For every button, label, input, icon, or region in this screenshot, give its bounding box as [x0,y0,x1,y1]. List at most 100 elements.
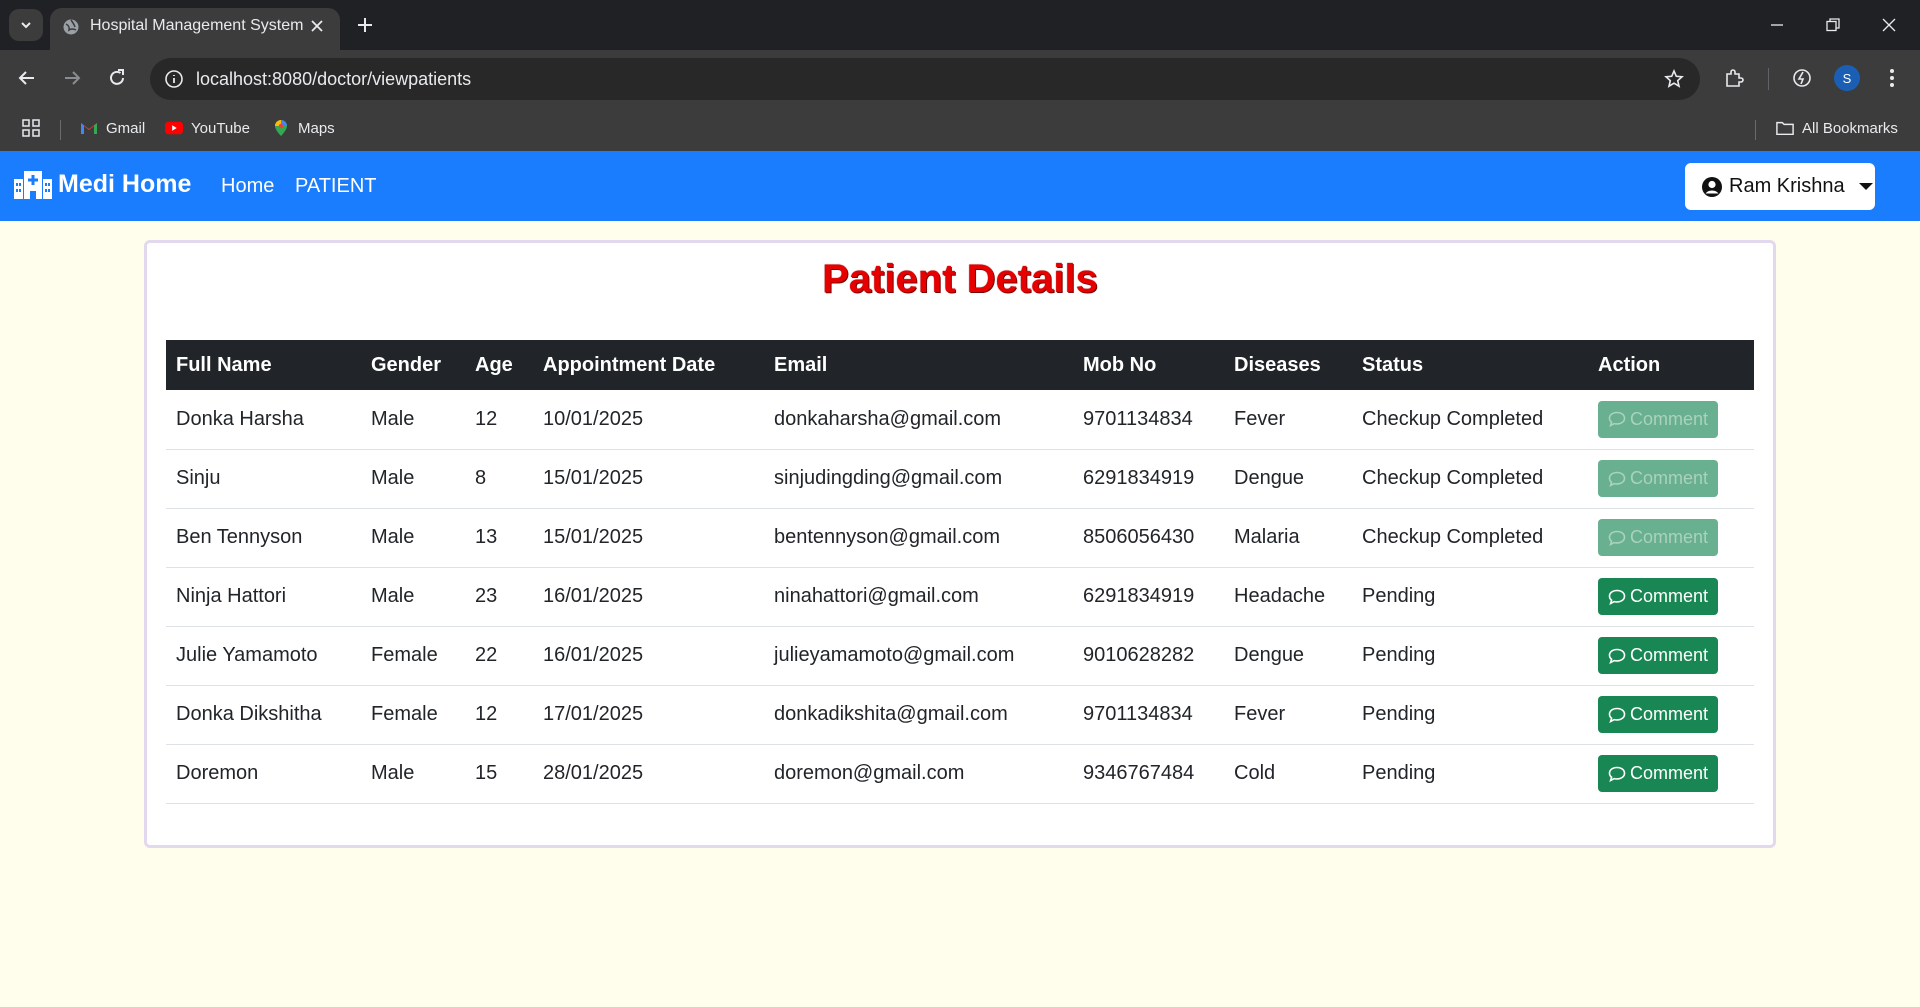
table-row: Doremon Male 15 28/01/2025 doremon@gmail.com… [166,744,1754,804]
cell-action: Comment [1588,744,1754,804]
comment-button-label: Comment [1629,586,1709,606]
cell-action: Comment [1588,567,1754,627]
browser-tab-active[interactable]: Hospital Management System [50,8,340,50]
more-vertical-icon [1890,69,1894,87]
toolbar-separator [1768,68,1769,90]
restore-icon [1826,18,1840,32]
reload-button[interactable] [99,60,135,96]
comment-button-label: Comment [1629,527,1709,547]
back-button[interactable] [9,60,45,96]
site-info-button[interactable] [160,65,188,93]
nav-patient-link[interactable]: PATIENT [295,175,376,198]
arrow-right-icon [65,71,81,85]
bookmark-label: YouTube [191,119,250,137]
cell-action: Comment [1588,685,1754,745]
cell-disease: Cold [1224,744,1352,804]
nav-home-link[interactable]: Home [221,175,274,198]
new-tab-button[interactable] [352,12,378,38]
bookmark-star-button[interactable] [1660,65,1688,93]
cell-mobile: 8506056430 [1073,508,1224,568]
cell-appointment-date: 17/01/2025 [533,685,764,745]
table-row: Sinju Male 8 15/01/2025 sinjudingding@gmail.… [166,449,1754,509]
column-header: Action [1598,353,1661,376]
bookmark-maps[interactable]: Maps [272,116,335,140]
comment-button: Comment [1598,519,1718,556]
user-dropdown-button[interactable]: Ram Krishna [1685,163,1875,210]
comment-button-label: Comment [1629,468,1709,488]
cell-status: Checkup Completed [1352,449,1588,509]
cell-disease: Dengue [1224,449,1352,509]
cell-full-name: Ben Tennyson [166,508,361,568]
comment-icon [1608,411,1626,428]
cell-gender: Male [361,390,465,450]
minimize-button[interactable] [1760,8,1794,42]
tab-close-button[interactable] [306,15,328,37]
cell-appointment-date: 15/01/2025 [533,508,764,568]
cell-mobile: 9701134834 [1073,390,1224,450]
bookmark-youtube[interactable]: YouTube [165,116,250,140]
column-header: Mob No [1083,353,1157,376]
reload-icon [110,69,124,85]
comment-button-label: Comment [1629,645,1709,665]
cell-status: Pending [1352,744,1588,804]
cell-email: donkadikshita@gmail.com [764,685,1073,745]
maps-icon [272,119,290,137]
comment-button[interactable]: Comment [1598,696,1718,733]
cell-status: Checkup Completed [1352,508,1588,568]
puzzle-icon [1726,69,1744,87]
cell-mobile: 6291834919 [1073,567,1224,627]
table-header-row: Full Name Gender Age Appointment Date Email M… [166,340,1754,390]
cell-disease: Headache [1224,567,1352,627]
cell-gender: Male [361,449,465,509]
cell-status: Pending [1352,626,1588,686]
brand-link[interactable]: Medi Home [14,169,191,199]
column-header: Diseases [1234,353,1321,376]
cell-email: bentennyson@gmail.com [764,508,1073,568]
close-icon [1882,18,1896,32]
cell-email: sinjudingding@gmail.com [764,449,1073,509]
browser-toolbar: localhost:8080/doctor/viewpatients S [0,50,1920,106]
youtube-icon [165,119,183,137]
info-icon [165,70,183,88]
bookmarks-bar: Gmail YouTube Maps All Bookmarks [0,106,1920,151]
bookmarks-separator [1755,120,1756,140]
cell-appointment-date: 28/01/2025 [533,744,764,804]
cell-mobile: 6291834919 [1073,449,1224,509]
profile-avatar[interactable]: S [1834,65,1860,91]
browser-tabstrip: Hospital Management System [0,0,1920,50]
window-close-button[interactable] [1872,8,1906,42]
cell-full-name: Donka Harsha [166,390,361,450]
comment-button[interactable]: Comment [1598,637,1718,674]
minimize-icon [1771,24,1783,26]
bookmark-label: Gmail [106,119,146,137]
tab-search-button[interactable] [9,9,43,41]
cell-gender: Female [361,685,465,745]
comment-button: Comment [1598,460,1718,497]
performance-button[interactable] [1786,62,1818,94]
gmail-icon [80,119,98,137]
comment-button-label: Comment [1629,704,1709,724]
all-bookmarks-button[interactable]: All Bookmarks [1776,116,1898,140]
address-bar[interactable]: localhost:8080/doctor/viewpatients [150,58,1700,100]
bookmark-gmail[interactable]: Gmail [80,116,145,140]
table-body: Donka Harsha Male 12 10/01/2025 donkaharsha@… [166,390,1754,804]
comment-button-label: Comment [1629,763,1709,783]
cell-action: Comment [1588,390,1754,450]
restore-button[interactable] [1816,8,1850,42]
apps-button[interactable] [22,116,40,140]
cell-status: Checkup Completed [1352,390,1588,450]
page-title: Patient Details [822,257,1098,301]
patient-details-card: Patient Details Full Name Gender Age Appoin… [144,240,1776,848]
cell-full-name: Doremon [166,744,361,804]
comment-button[interactable]: Comment [1598,578,1718,615]
extensions-button[interactable] [1718,62,1750,94]
comment-button[interactable]: Comment [1598,755,1718,792]
browser-menu-button[interactable] [1876,62,1908,94]
cell-full-name: Donka Dikshitha [166,685,361,745]
forward-button[interactable] [54,60,90,96]
comment-icon [1608,589,1626,605]
comment-icon [1608,707,1626,723]
cell-gender: Male [361,744,465,804]
comment-icon [1608,766,1626,782]
table-row: Julie Yamamoto Female 22 16/01/2025 julieyam… [166,626,1754,686]
